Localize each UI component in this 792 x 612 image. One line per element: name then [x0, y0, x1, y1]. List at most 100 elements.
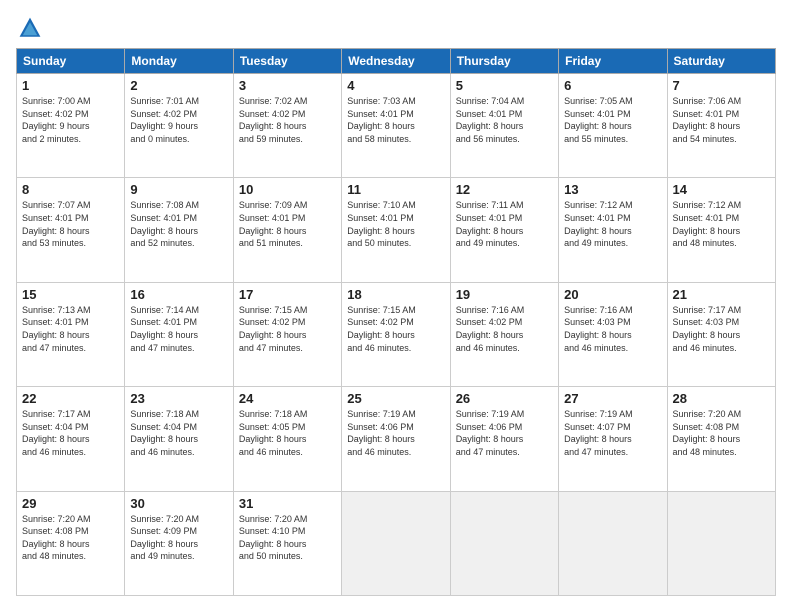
calendar-cell: 2 Sunrise: 7:01 AMSunset: 4:02 PMDaylight… [125, 74, 233, 178]
cell-text: Sunrise: 7:19 AMSunset: 4:06 PMDaylight:… [347, 408, 444, 458]
day-number: 12 [456, 182, 553, 197]
day-number: 13 [564, 182, 661, 197]
calendar-cell [667, 491, 775, 595]
calendar-cell: 5 Sunrise: 7:04 AMSunset: 4:01 PMDaylight… [450, 74, 558, 178]
cell-text: Sunrise: 7:15 AMSunset: 4:02 PMDaylight:… [239, 304, 336, 354]
day-number: 23 [130, 391, 227, 406]
calendar-cell: 3 Sunrise: 7:02 AMSunset: 4:02 PMDaylight… [233, 74, 341, 178]
day-number: 1 [22, 78, 119, 93]
day-number: 5 [456, 78, 553, 93]
calendar-cell: 27 Sunrise: 7:19 AMSunset: 4:07 PMDayligh… [559, 387, 667, 491]
week-row-2: 8Sunrise: 7:07 AMSunset: 4:01 PMDaylight… [17, 178, 776, 282]
day-number: 30 [130, 496, 227, 511]
cell-text: Sunrise: 7:18 AMSunset: 4:05 PMDaylight:… [239, 408, 336, 458]
cell-text: Sunrise: 7:15 AMSunset: 4:02 PMDaylight:… [347, 304, 444, 354]
weekday-header-monday: Monday [125, 49, 233, 74]
cell-text: Sunrise: 7:19 AMSunset: 4:06 PMDaylight:… [456, 408, 553, 458]
cell-text: Sunrise: 7:06 AMSunset: 4:01 PMDaylight:… [673, 95, 770, 145]
calendar-cell: 17 Sunrise: 7:15 AMSunset: 4:02 PMDayligh… [233, 282, 341, 386]
calendar-cell: 16 Sunrise: 7:14 AMSunset: 4:01 PMDayligh… [125, 282, 233, 386]
day-number: 17 [239, 287, 336, 302]
calendar-cell: 1 Sunrise: 7:00 AMSunset: 4:02 PMDaylight… [17, 74, 125, 178]
cell-text: Sunrise: 7:02 AMSunset: 4:02 PMDaylight:… [239, 95, 336, 145]
cell-text: Sunrise: 7:07 AMSunset: 4:01 PMDaylight:… [22, 199, 119, 249]
cell-text: Sunrise: 7:08 AMSunset: 4:01 PMDaylight:… [130, 199, 227, 249]
calendar-cell: 25 Sunrise: 7:19 AMSunset: 4:06 PMDayligh… [342, 387, 450, 491]
header [16, 16, 776, 40]
day-number: 10 [239, 182, 336, 197]
cell-text: Sunrise: 7:16 AMSunset: 4:02 PMDaylight:… [456, 304, 553, 354]
calendar-cell: 9 Sunrise: 7:08 AMSunset: 4:01 PMDaylight… [125, 178, 233, 282]
calendar-cell: 4Sunrise: 7:03 AMSunset: 4:01 PMDaylight… [342, 74, 450, 178]
day-number: 29 [22, 496, 119, 511]
calendar-cell: 24 Sunrise: 7:18 AMSunset: 4:05 PMDayligh… [233, 387, 341, 491]
day-number: 27 [564, 391, 661, 406]
day-number: 22 [22, 391, 119, 406]
calendar-cell [450, 491, 558, 595]
cell-text: Sunrise: 7:01 AMSunset: 4:02 PMDaylight:… [130, 95, 227, 145]
weekday-header-saturday: Saturday [667, 49, 775, 74]
calendar-cell: 10 Sunrise: 7:09 AMSunset: 4:01 PMDayligh… [233, 178, 341, 282]
week-row-1: 1 Sunrise: 7:00 AMSunset: 4:02 PMDaylight… [17, 74, 776, 178]
cell-text: Sunrise: 7:11 AMSunset: 4:01 PMDaylight:… [456, 199, 553, 249]
cell-text: Sunrise: 7:09 AMSunset: 4:01 PMDaylight:… [239, 199, 336, 249]
day-number: 6 [564, 78, 661, 93]
calendar-page: SundayMondayTuesdayWednesdayThursdayFrid… [0, 0, 792, 612]
weekday-header-row: SundayMondayTuesdayWednesdayThursdayFrid… [17, 49, 776, 74]
week-row-5: 29 Sunrise: 7:20 AMSunset: 4:08 PMDayligh… [17, 491, 776, 595]
day-number: 28 [673, 391, 770, 406]
weekday-header-friday: Friday [559, 49, 667, 74]
day-number: 26 [456, 391, 553, 406]
cell-text: Sunrise: 7:12 AMSunset: 4:01 PMDaylight:… [564, 199, 661, 249]
calendar-cell: 20 Sunrise: 7:16 AMSunset: 4:03 PMDayligh… [559, 282, 667, 386]
day-number: 11 [347, 182, 444, 197]
day-number: 15 [22, 287, 119, 302]
cell-text: Sunrise: 7:17 AMSunset: 4:03 PMDaylight:… [673, 304, 770, 354]
cell-text: Sunrise: 7:20 AMSunset: 4:08 PMDaylight:… [673, 408, 770, 458]
calendar-cell: 26 Sunrise: 7:19 AMSunset: 4:06 PMDayligh… [450, 387, 558, 491]
cell-text: Sunrise: 7:03 AMSunset: 4:01 PMDaylight:… [347, 95, 444, 145]
weekday-header-wednesday: Wednesday [342, 49, 450, 74]
calendar-cell: 8Sunrise: 7:07 AMSunset: 4:01 PMDaylight… [17, 178, 125, 282]
calendar-cell: 29 Sunrise: 7:20 AMSunset: 4:08 PMDayligh… [17, 491, 125, 595]
day-number: 9 [130, 182, 227, 197]
cell-text: Sunrise: 7:18 AMSunset: 4:04 PMDaylight:… [130, 408, 227, 458]
day-number: 21 [673, 287, 770, 302]
cell-text: Sunrise: 7:20 AMSunset: 4:08 PMDaylight:… [22, 513, 119, 563]
calendar-cell: 14Sunrise: 7:12 AMSunset: 4:01 PMDayligh… [667, 178, 775, 282]
day-number: 31 [239, 496, 336, 511]
day-number: 25 [347, 391, 444, 406]
calendar-cell: 15Sunrise: 7:13 AMSunset: 4:01 PMDayligh… [17, 282, 125, 386]
cell-text: Sunrise: 7:00 AMSunset: 4:02 PMDaylight:… [22, 95, 119, 145]
calendar-cell: 11 Sunrise: 7:10 AMSunset: 4:01 PMDayligh… [342, 178, 450, 282]
calendar-cell: 6 Sunrise: 7:05 AMSunset: 4:01 PMDaylight… [559, 74, 667, 178]
calendar-cell: 12 Sunrise: 7:11 AMSunset: 4:01 PMDayligh… [450, 178, 558, 282]
calendar-cell: 28 Sunrise: 7:20 AMSunset: 4:08 PMDayligh… [667, 387, 775, 491]
weekday-header-sunday: Sunday [17, 49, 125, 74]
day-number: 3 [239, 78, 336, 93]
cell-text: Sunrise: 7:04 AMSunset: 4:01 PMDaylight:… [456, 95, 553, 145]
week-row-3: 15Sunrise: 7:13 AMSunset: 4:01 PMDayligh… [17, 282, 776, 386]
cell-text: Sunrise: 7:10 AMSunset: 4:01 PMDaylight:… [347, 199, 444, 249]
cell-text: Sunrise: 7:14 AMSunset: 4:01 PMDaylight:… [130, 304, 227, 354]
cell-text: Sunrise: 7:16 AMSunset: 4:03 PMDaylight:… [564, 304, 661, 354]
cell-text: Sunrise: 7:05 AMSunset: 4:01 PMDaylight:… [564, 95, 661, 145]
calendar-cell: 30 Sunrise: 7:20 AMSunset: 4:09 PMDayligh… [125, 491, 233, 595]
day-number: 19 [456, 287, 553, 302]
calendar-cell: 31 Sunrise: 7:20 AMSunset: 4:10 PMDayligh… [233, 491, 341, 595]
cell-text: Sunrise: 7:20 AMSunset: 4:10 PMDaylight:… [239, 513, 336, 563]
day-number: 24 [239, 391, 336, 406]
calendar-cell: 23 Sunrise: 7:18 AMSunset: 4:04 PMDayligh… [125, 387, 233, 491]
day-number: 16 [130, 287, 227, 302]
day-number: 14 [673, 182, 770, 197]
day-number: 20 [564, 287, 661, 302]
day-number: 7 [673, 78, 770, 93]
calendar-cell: 7 Sunrise: 7:06 AMSunset: 4:01 PMDaylight… [667, 74, 775, 178]
calendar-cell: 18 Sunrise: 7:15 AMSunset: 4:02 PMDayligh… [342, 282, 450, 386]
day-number: 2 [130, 78, 227, 93]
cell-text: Sunrise: 7:19 AMSunset: 4:07 PMDaylight:… [564, 408, 661, 458]
cell-text: Sunrise: 7:20 AMSunset: 4:09 PMDaylight:… [130, 513, 227, 563]
weekday-header-thursday: Thursday [450, 49, 558, 74]
weekday-header-tuesday: Tuesday [233, 49, 341, 74]
day-number: 18 [347, 287, 444, 302]
